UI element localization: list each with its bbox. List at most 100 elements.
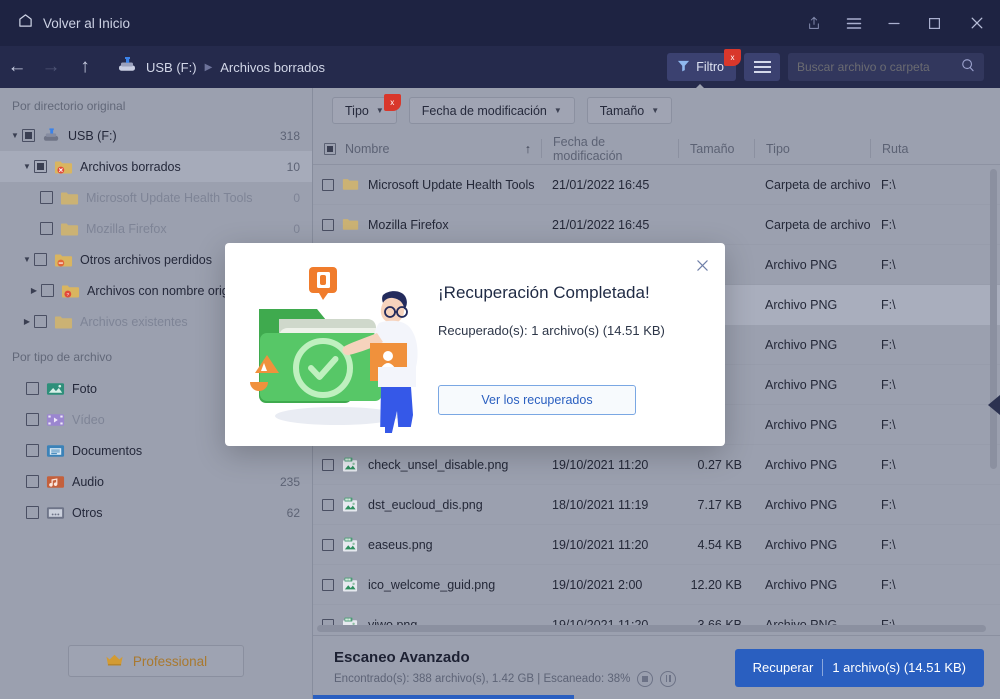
file-name-cell[interactable]: Microsoft Update Health Tools — [313, 177, 541, 193]
row-checkbox[interactable] — [322, 578, 334, 591]
search-icon[interactable] — [961, 58, 975, 77]
tree-checkbox[interactable] — [40, 191, 53, 204]
chevron-right-icon[interactable]: ▶ — [20, 317, 34, 326]
search-box[interactable] — [788, 53, 984, 81]
column-header-label: Nombre — [345, 141, 390, 156]
table-row[interactable]: Mozilla Firefox 21/01/2022 16:45 Carpeta d… — [313, 205, 1000, 245]
type-checkbox[interactable] — [26, 475, 39, 488]
file-name-cell[interactable]: dst_eucloud_dis.png — [313, 497, 541, 513]
row-checkbox[interactable] — [322, 538, 334, 551]
row-checkbox[interactable] — [322, 498, 334, 511]
type-checkbox[interactable] — [26, 413, 39, 426]
file-size-cell: 7.17 KB — [697, 497, 742, 512]
back-to-home-button[interactable]: Volver al Inicio — [18, 13, 130, 33]
details-panel-toggle[interactable] — [988, 395, 1000, 415]
column-header-tamano[interactable]: Tamaño — [678, 139, 754, 158]
file-path-cell: F:\ — [881, 177, 896, 192]
menu-icon[interactable] — [834, 0, 874, 46]
type-checkbox[interactable] — [26, 506, 39, 519]
filter-clear-badge[interactable]: x — [724, 49, 741, 66]
filter-button[interactable]: Filtro x — [667, 49, 741, 81]
filter-chip-tipo[interactable]: Tipo ▼ x — [332, 94, 401, 124]
tree-item-microsoft-update-health-tools[interactable]: Microsoft Update Health Tools 0 — [0, 182, 312, 213]
table-row[interactable]: easeus.png 19/10/2021 11:20 4.54 KB Archivo… — [313, 525, 1000, 565]
share-icon[interactable] — [794, 0, 834, 46]
horizontal-scrollbar[interactable] — [317, 625, 986, 632]
sort-ascending-icon[interactable]: ↑ — [525, 142, 541, 156]
pause-icon[interactable] — [660, 670, 677, 687]
breadcrumb-item-0[interactable]: USB (F:) — [146, 60, 197, 75]
file-name-cell[interactable]: ico_welcome_guid.png — [313, 577, 541, 593]
hamburger-line — [753, 66, 771, 68]
sidebar-section-directory-label: Por directorio original — [12, 99, 126, 113]
professional-upgrade-button[interactable]: Professional — [68, 645, 244, 677]
chevron-right-icon: ▶ — [204, 61, 213, 73]
table-row[interactable]: Microsoft Update Health Tools 21/01/2022 … — [313, 165, 1000, 205]
select-all-checkbox[interactable] — [324, 142, 336, 155]
type-checkbox[interactable] — [26, 382, 39, 395]
tree-checkbox[interactable] — [34, 315, 47, 328]
row-checkbox[interactable] — [322, 218, 334, 231]
chevron-down-icon[interactable]: ▼ — [20, 255, 34, 264]
maximize-icon[interactable] — [914, 0, 954, 46]
search-input[interactable] — [797, 60, 961, 74]
tree-item-mozilla-firefox[interactable]: Mozilla Firefox 0 — [0, 213, 312, 244]
vertical-scrollbar[interactable] — [990, 169, 997, 469]
file-name-cell[interactable]: easeus.png — [313, 537, 541, 553]
type-item-otros[interactable]: Otros 62 — [0, 497, 312, 528]
type-checkbox[interactable] — [26, 444, 39, 457]
tree-item-archivos-borrados[interactable]: ▼ Archivos borrados 10 — [0, 151, 312, 182]
table-row[interactable]: ico_welcome_guid.png 19/10/2021 2:00 12.20… — [313, 565, 1000, 605]
chevron-down-icon: ▼ — [651, 106, 660, 115]
type-item-count: 62 — [286, 505, 300, 520]
file-name-label: easeus.png — [368, 537, 433, 552]
file-name-cell[interactable]: Mozilla Firefox — [313, 217, 541, 233]
back-button[interactable]: ← — [0, 46, 34, 88]
column-header-tipo[interactable]: Tipo — [754, 139, 870, 158]
row-checkbox[interactable] — [322, 458, 334, 471]
row-checkbox[interactable] — [322, 178, 334, 191]
breadcrumb: USB (F:) ▶ Archivos borrados — [116, 56, 325, 78]
filter-chip-tamano[interactable]: Tamaño ▼ — [586, 97, 673, 124]
tree-checkbox[interactable] — [34, 160, 47, 173]
file-path-cell: F:\ — [881, 537, 896, 552]
up-button[interactable]: ↑ — [68, 46, 102, 88]
tree-checkbox[interactable] — [34, 253, 47, 266]
column-header-nombre[interactable]: Nombre ↑ — [313, 139, 541, 158]
chevron-down-icon[interactable]: ▼ — [20, 162, 34, 171]
view-recovered-button[interactable]: Ver los recuperados — [438, 385, 636, 415]
file-type-cell: Archivo PNG — [765, 457, 838, 472]
filter-chip-clear-badge[interactable]: x — [383, 94, 401, 111]
stop-icon[interactable] — [637, 670, 654, 687]
breadcrumb-item-1[interactable]: Archivos borrados — [220, 60, 325, 75]
minimize-icon[interactable] — [874, 0, 914, 46]
recover-button[interactable]: Recuperar 1 archivo(s) (14.51 KB) — [734, 648, 984, 687]
close-icon[interactable] — [691, 254, 713, 276]
table-row[interactable]: dst_eucloud_dis.png 18/10/2021 11:19 7.17 … — [313, 485, 1000, 525]
recovery-complete-dialog: ¡Recuperación Completada! Recuperado(s):… — [225, 243, 725, 446]
tree-item-count: 10 — [286, 159, 300, 174]
file-path-cell: F:\ — [881, 337, 896, 352]
view-options-button[interactable] — [744, 53, 780, 81]
professional-label: Professional — [132, 653, 208, 669]
column-header-ruta[interactable]: Ruta — [870, 139, 1000, 158]
table-row[interactable]: check_unsel_disable.png 19/10/2021 11:20 0… — [313, 445, 1000, 485]
chevron-down-icon[interactable]: ▼ — [8, 131, 22, 140]
close-icon[interactable] — [954, 0, 1000, 46]
chevron-right-icon[interactable]: ▶ — [27, 286, 41, 295]
filter-popover-caret — [691, 84, 709, 93]
tree-checkbox[interactable] — [41, 284, 54, 297]
others-icon — [46, 505, 65, 521]
tree-item-usb[interactable]: ▼ USB (F:) 318 — [0, 120, 312, 151]
folder-icon — [60, 221, 79, 237]
type-item-audio[interactable]: Audio 235 — [0, 466, 312, 497]
table-header: Nombre ↑ Fecha de modificación Tamaño Ti… — [313, 133, 1000, 165]
column-header-fecha[interactable]: Fecha de modificación — [541, 135, 678, 163]
tree-checkbox[interactable] — [22, 129, 35, 142]
file-name-cell[interactable]: check_unsel_disable.png — [313, 457, 541, 473]
filter-chip-fecha[interactable]: Fecha de modificación ▼ — [408, 97, 575, 124]
folder-icon — [342, 217, 361, 233]
tree-checkbox[interactable] — [40, 222, 53, 235]
file-type-cell: Archivo PNG — [765, 577, 838, 592]
